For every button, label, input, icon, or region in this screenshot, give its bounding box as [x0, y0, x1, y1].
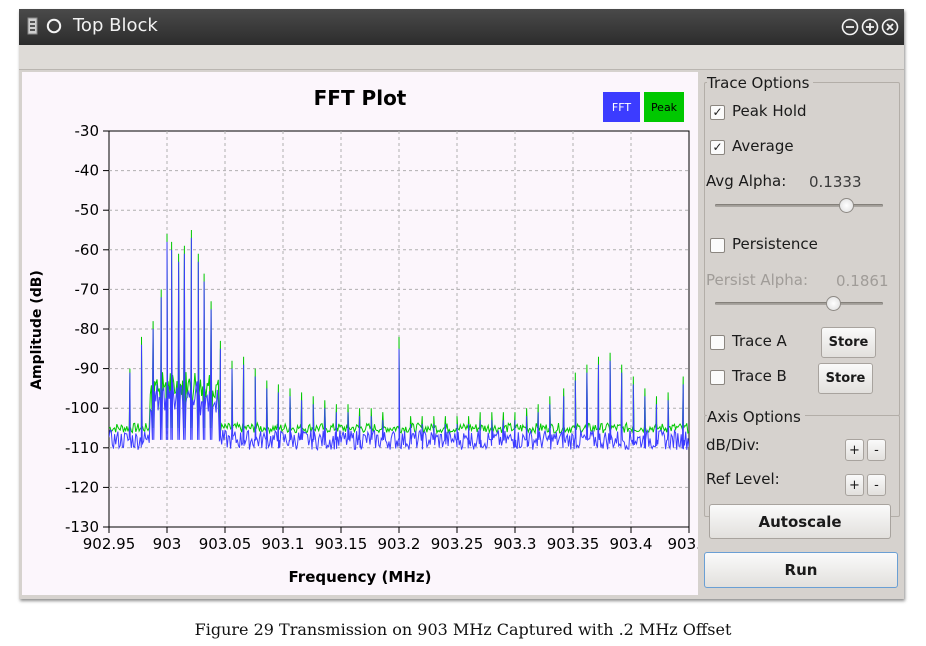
y-tick-label: -120 [65, 478, 99, 496]
close-icon[interactable] [881, 18, 899, 36]
title-bar: Top Block [19, 9, 904, 45]
y-tick-label: -90 [75, 360, 100, 378]
avg-alpha-value: 0.1333 [809, 173, 862, 191]
autoscale-button[interactable]: Autoscale [709, 504, 891, 539]
menu-bar [19, 45, 904, 70]
persistence-label[interactable]: Persistence [732, 235, 818, 253]
x-tick-label: 903.1 [262, 535, 305, 553]
x-axis-title: Frequency (MHz) [288, 568, 432, 586]
figure-caption: Figure 29 Transmission on 903 MHz Captur… [194, 620, 732, 639]
peak-hold-checkbox[interactable]: ✓ [710, 105, 725, 120]
app-icon [27, 17, 38, 35]
window-menu-icon[interactable] [46, 18, 62, 34]
fft-plot-area[interactable]: FFT Plot FFT Peak -30 -40 -50 -60 -70 -80 -90-… [22, 72, 698, 595]
average-label[interactable]: Average [732, 137, 794, 155]
trace-options-title: Trace Options [707, 74, 814, 92]
db-div-minus-button[interactable]: - [867, 439, 886, 461]
trace-a-label[interactable]: Trace A [732, 332, 787, 350]
peak-hold-label[interactable]: Peak Hold [732, 102, 807, 120]
x-tick-label: 903.15 [315, 535, 368, 553]
y-tick-label: -110 [65, 439, 99, 457]
store-trace-b-button[interactable]: Store [818, 363, 873, 394]
store-trace-a-button[interactable]: Store [821, 327, 876, 358]
average-checkbox[interactable]: ✓ [710, 140, 725, 155]
window-title: Top Block [73, 15, 158, 36]
avg-alpha-slider[interactable] [715, 204, 883, 207]
ref-level-minus-button[interactable]: - [867, 474, 886, 496]
y-tick-label: -50 [75, 201, 100, 219]
y-tick-label: -100 [65, 399, 99, 417]
x-tick-label: 903.4 [668, 535, 698, 553]
axis-options-frame [704, 415, 900, 517]
x-tick-label: 903.2 [378, 535, 421, 553]
db-div-plus-button[interactable]: + [845, 439, 864, 461]
trace-b-checkbox[interactable] [710, 370, 725, 385]
x-tick-label: 902.95 [83, 535, 136, 553]
persistence-checkbox[interactable] [710, 238, 725, 253]
ref-level-label: Ref Level: [706, 470, 780, 488]
x-tick-label: 903.4 [610, 535, 653, 553]
x-tick-label: 903.3 [494, 535, 537, 553]
y-tick-label: -80 [75, 320, 100, 338]
run-button[interactable]: Run [704, 552, 898, 588]
minimize-icon[interactable] [841, 18, 859, 36]
y-tick-label: -70 [75, 280, 100, 298]
persist-alpha-value: 0.1861 [836, 272, 889, 290]
trace-a-checkbox[interactable] [710, 335, 725, 350]
y-tick-label: -30 [75, 122, 100, 140]
x-tick-label: 903.25 [431, 535, 484, 553]
options-panel: Trace Options ✓ Peak Hold ✓ Average Avg … [702, 72, 902, 595]
y-tick-label: -60 [75, 241, 100, 259]
x-tick-label: 903.35 [547, 535, 600, 553]
avg-alpha-slider-handle[interactable] [839, 198, 855, 213]
maximize-icon[interactable] [861, 18, 879, 36]
persist-alpha-slider-handle[interactable] [825, 296, 841, 311]
y-tick-label: -130 [65, 518, 99, 536]
trace-b-label[interactable]: Trace B [732, 367, 787, 385]
fft-chart: -30 -40 -50 -60 -70 -80 -90 -100 -110 -120 -130902… [65, 122, 698, 553]
x-tick-label: 903 [153, 535, 182, 553]
persist-alpha-label: Persist Alpha: [706, 271, 809, 289]
y-tick-label: -40 [75, 162, 100, 180]
avg-alpha-label: Avg Alpha: [706, 172, 787, 190]
persist-alpha-slider[interactable] [715, 302, 883, 305]
ref-level-plus-button[interactable]: + [845, 474, 864, 496]
x-tick-label: 903.05 [199, 535, 252, 553]
axis-options-title: Axis Options [707, 408, 805, 426]
y-axis-title: Amplitude (dB) [29, 270, 45, 390]
db-div-label: dB/Div: [706, 436, 760, 454]
top-block-window: Top Block FFT Plot FFT Peak -30 -40 -50 -60… [19, 9, 904, 599]
